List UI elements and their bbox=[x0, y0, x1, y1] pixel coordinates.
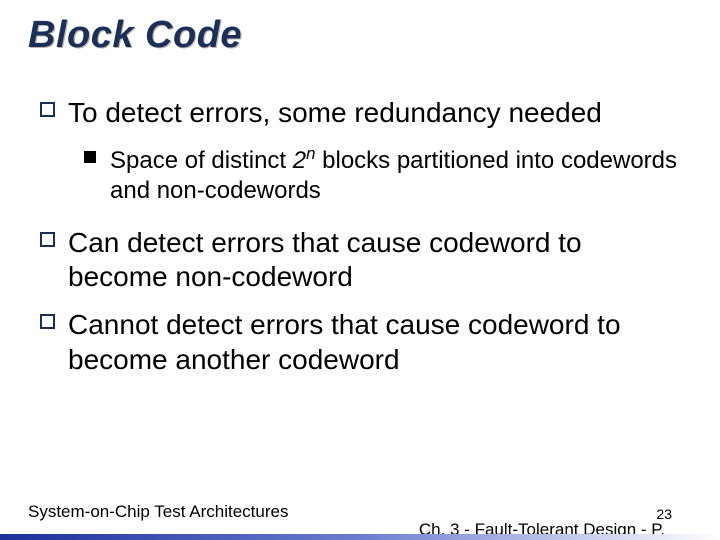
bullet-text-pre: Space of distinct bbox=[110, 147, 293, 174]
hollow-square-icon bbox=[40, 102, 55, 117]
bullet-text: Cannot detect errors that cause codeword… bbox=[68, 309, 621, 374]
bullet-level1: To detect errors, some redundancy needed bbox=[40, 96, 680, 130]
bullet-text: Can detect errors that cause codeword to… bbox=[68, 227, 582, 292]
bottom-gradient-bar bbox=[0, 534, 720, 540]
slide-title: Block Code bbox=[28, 14, 242, 57]
bullet-level1: Can detect errors that cause codeword to… bbox=[40, 226, 680, 294]
footer-left: System-on-Chip Test Architectures bbox=[28, 502, 288, 522]
math-base: 2 bbox=[293, 147, 306, 174]
slide-body: To detect errors, some redundancy needed… bbox=[40, 96, 680, 391]
bullet-text: To detect errors, some redundancy needed bbox=[68, 97, 602, 128]
hollow-square-icon bbox=[40, 232, 55, 247]
hollow-square-icon bbox=[40, 314, 55, 329]
bullet-level2: Space of distinct 2n blocks partitioned … bbox=[40, 144, 680, 206]
slide: Block Code To detect errors, some redund… bbox=[0, 0, 720, 540]
bullet-level1: Cannot detect errors that cause codeword… bbox=[40, 308, 680, 376]
filled-square-icon bbox=[84, 151, 96, 163]
